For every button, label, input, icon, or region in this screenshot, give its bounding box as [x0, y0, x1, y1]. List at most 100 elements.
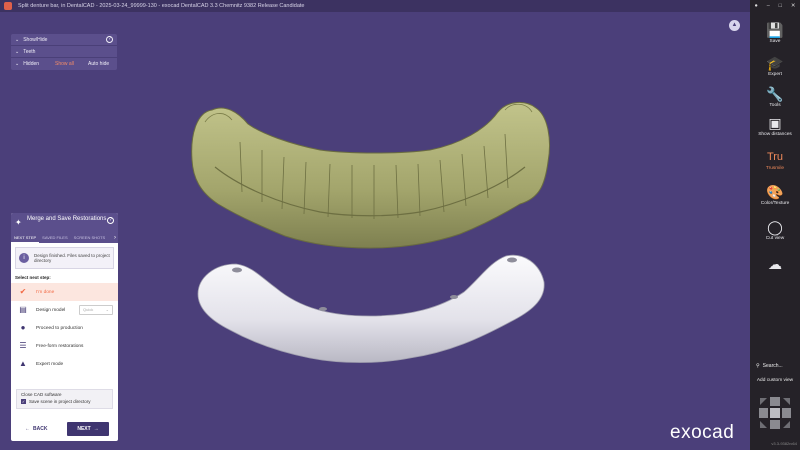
toolbar-search[interactable]: ⚲ Search...	[756, 363, 783, 369]
option-im-done[interactable]: ✔ I'm done	[11, 283, 118, 301]
nav-corner[interactable]	[783, 398, 790, 405]
show-all-link[interactable]: Show all	[55, 61, 74, 67]
navigation-cube[interactable]	[757, 395, 793, 431]
info-message: i Design finished. Files saved to projec…	[15, 247, 114, 269]
chevron-right-icon[interactable]: ›	[114, 235, 118, 241]
tab-screen-shots[interactable]: SCREEN SHOTS	[71, 233, 109, 243]
freeform-icon: ☰	[19, 341, 27, 350]
design-model-dropdown[interactable]: Quick ⌄	[79, 305, 113, 315]
palette-icon: 🎨	[766, 184, 784, 200]
tab-next-step[interactable]: NEXT STEP	[11, 233, 40, 243]
toolbar-label: Tools	[769, 103, 781, 108]
exocad-logo: exocad	[670, 422, 735, 443]
checkbox-checked-icon: ✓	[21, 399, 26, 404]
auto-hide-button[interactable]: Auto hide	[88, 61, 109, 67]
show-hide-teeth[interactable]: ⌄ Teeth	[11, 46, 117, 58]
maximize-button[interactable]: □	[779, 3, 782, 9]
production-icon: ●	[20, 323, 26, 332]
magic-wand-icon: ✦	[15, 218, 22, 227]
add-custom-view-button[interactable]: Add custom view	[750, 378, 800, 383]
search-label: Search...	[762, 363, 783, 369]
model-icon: ▤	[19, 305, 27, 314]
toolbar-label: Show distances	[758, 132, 792, 137]
nav-corner[interactable]	[760, 421, 767, 428]
close-cad-box: Close CAD software ✓ Save scene in proje…	[16, 389, 113, 409]
wizard-panel: ✦ Merge and Save Restorations ? NEXT STE…	[11, 213, 118, 441]
close-button[interactable]: ✕	[791, 3, 796, 9]
toolbar-label: Save	[769, 39, 781, 44]
window-title: Split denture bar, in DentalCAD - 2025-0…	[18, 3, 305, 9]
version-label: v3.3-9382rc64	[771, 441, 797, 446]
nav-corner[interactable]	[783, 421, 790, 428]
denture-bar-model[interactable]	[197, 254, 545, 363]
help-icon[interactable]: ?	[106, 36, 113, 43]
toolbar-show-distances[interactable]: ▣ Show distances	[750, 115, 800, 137]
wizard-title: Merge and Save Restorations	[27, 216, 107, 222]
option-label: Design model	[36, 307, 66, 313]
toolbar-color-texture[interactable]: 🎨 Color/Texture	[750, 184, 800, 206]
option-label: Expert mode	[36, 361, 64, 367]
app-icon	[4, 2, 12, 10]
show-hide-title: Show/Hide	[23, 36, 48, 43]
graduation-cap-icon: ▲	[19, 359, 27, 368]
arrow-right-icon: →	[93, 426, 99, 432]
toolbar-save[interactable]: 💾 Save	[750, 22, 800, 44]
back-label: BACK	[33, 426, 48, 432]
toolbar-expert[interactable]: 🎓 Expert	[750, 55, 800, 77]
dropdown-value: Quick	[83, 307, 94, 312]
nav-corner[interactable]	[760, 398, 767, 405]
option-label: Free-form restorations	[36, 343, 84, 349]
info-icon: i	[19, 253, 29, 263]
option-design-model[interactable]: ▤ Design model Quick ⌄	[11, 301, 118, 319]
tools-icon: 🔧	[766, 86, 784, 102]
toolbar-label: Trusmile	[765, 166, 785, 171]
back-button[interactable]: ← BACK	[25, 422, 57, 436]
add-cloud-icon: ☁	[768, 256, 782, 272]
nav-bottom[interactable]	[770, 420, 780, 429]
toolbar-label: Expert	[768, 72, 782, 77]
toolbar-cut-view[interactable]: ◯ Cut view	[750, 219, 800, 241]
save-scene-checkbox[interactable]: ✓ Save scene in project directory	[21, 399, 108, 404]
minimize-button[interactable]: –	[767, 3, 770, 9]
checkmark-icon: ✔	[19, 287, 27, 296]
toolbar-label: Cut view	[765, 236, 785, 241]
tab-saved-files[interactable]: SAVED FILES	[39, 233, 71, 243]
chevron-down-icon: ⌄	[105, 307, 109, 312]
toolbar-tools[interactable]: 🔧 Tools	[750, 86, 800, 108]
user-icon[interactable]: ●	[754, 3, 757, 9]
nav-top[interactable]	[770, 397, 780, 406]
teeth-label: Teeth	[23, 48, 36, 55]
show-hide-header[interactable]: ⌄ Show/Hide ?	[11, 34, 117, 46]
next-button[interactable]: NEXT →	[67, 422, 109, 436]
search-icon: ⚲	[756, 363, 760, 369]
right-toolbar: ● – □ ✕ 💾 Save 🎓 Expert 🔧 Tools ▣ Show d…	[750, 0, 800, 450]
option-label: Proceed to production	[36, 325, 83, 331]
option-label: I'm done	[36, 289, 55, 295]
nav-right[interactable]	[782, 408, 791, 418]
show-hide-panel: ⌄ Show/Hide ? ⌄ Teeth ⌄ Hidden Show all …	[11, 34, 117, 70]
trusmile-icon: Tru	[766, 151, 784, 163]
save-scene-label: Save scene in project directory	[29, 399, 91, 404]
option-expert-mode[interactable]: ▲ Expert mode	[11, 355, 118, 373]
wizard-header: ✦ Merge and Save Restorations ? NEXT STE…	[11, 213, 118, 243]
toolbar-add-cloud[interactable]: ☁	[750, 256, 800, 272]
wizard-tabs: NEXT STEP SAVED FILES SCREEN SHOTS ›	[11, 233, 118, 243]
show-hide-hidden[interactable]: ⌄ Hidden Show all Auto hide	[11, 58, 117, 70]
distances-icon: ▣	[768, 115, 782, 131]
notification-icon[interactable]: ▲	[729, 20, 740, 31]
title-bar: Split denture bar, in DentalCAD - 2025-0…	[0, 0, 800, 12]
hidden-label: Hidden	[23, 61, 40, 67]
option-proceed-production[interactable]: ● Proceed to production	[11, 319, 118, 337]
nav-left[interactable]	[759, 408, 768, 418]
option-free-form[interactable]: ☰ Free-form restorations	[11, 337, 118, 355]
arrow-left-icon: ←	[25, 426, 30, 432]
save-icon: 💾	[766, 22, 784, 38]
help-icon[interactable]: ?	[107, 217, 114, 224]
chevron-down-icon: ⌄	[15, 61, 20, 67]
denture-teeth-model[interactable]	[191, 102, 550, 249]
toolbar-trusmile[interactable]: Tru Trusmile	[750, 149, 800, 171]
nav-center[interactable]	[770, 408, 780, 418]
3d-viewport[interactable]: ⌄ Show/Hide ? ⌄ Teeth ⌄ Hidden Show all …	[0, 12, 750, 450]
close-cad-label: Close CAD software	[21, 392, 62, 397]
chevron-down-icon: ⌄	[15, 48, 20, 55]
